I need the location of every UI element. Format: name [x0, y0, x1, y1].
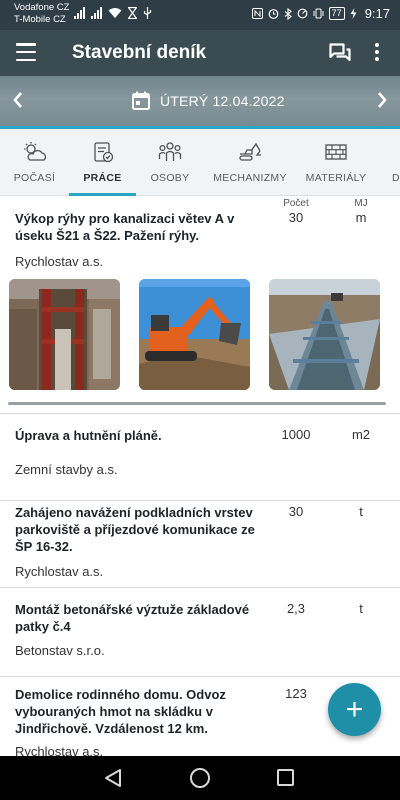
carrier-1: Vodafone CZ — [14, 2, 70, 13]
signal-strength-icon — [74, 7, 85, 19]
entry-unit: m — [355, 210, 367, 225]
data-saver-icon — [297, 8, 308, 19]
entry-company: Rychlostav a.s. — [15, 254, 104, 269]
home-icon[interactable] — [190, 768, 210, 788]
tab-work[interactable]: PRÁCE — [69, 129, 136, 195]
nfc-icon — [251, 8, 263, 19]
tab-label: MATERIÁLY — [305, 172, 367, 184]
tab-materials[interactable]: MATERIÁLY — [296, 129, 376, 195]
tab-more[interactable]: D — [376, 129, 400, 195]
recent-apps-icon[interactable] — [277, 769, 294, 786]
entry-title: Montáž betonářské výztuže základové patk… — [15, 602, 250, 634]
entry-qty: 2,3 — [286, 601, 306, 616]
chevron-right-icon[interactable] — [376, 90, 388, 110]
signal-icons — [74, 7, 152, 19]
tab-weather[interactable]: POČASÍ — [0, 129, 69, 195]
excavator-photo[interactable] — [139, 279, 250, 390]
entry-qty: 1000 — [281, 427, 311, 442]
work-entries-list[interactable]: Počet MJ Výkop rýhy pro kanalizaci větev… — [0, 196, 400, 756]
list-item[interactable]: Úprava a hutnění pláně. 1000 m2 Zemní st… — [0, 414, 400, 501]
entry-unit: m2 — [351, 427, 371, 442]
app-title: Stavební deník — [72, 42, 207, 63]
trench-shoring-photo[interactable] — [9, 279, 120, 390]
status-bar: Vodafone CZ T-Mobile CZ 77 9:17 — [0, 0, 400, 30]
entry-title: Úprava a hutnění pláně. — [15, 428, 162, 443]
more-tab-icon — [384, 141, 400, 163]
system-navigation-bar — [0, 756, 400, 800]
signal-strength-icon — [91, 7, 102, 19]
battery-icon: 77 — [328, 7, 345, 20]
entry-title: Výkop rýhy pro kanalizaci větev A v úsek… — [15, 211, 235, 243]
vibrate-icon — [313, 8, 324, 19]
entry-qty: 30 — [288, 504, 304, 519]
usb-icon — [143, 7, 152, 19]
chevron-left-icon[interactable] — [12, 90, 24, 110]
entry-qty: 123 — [285, 686, 307, 701]
list-item[interactable]: Zahájeno navážení podkladních vrstev par… — [0, 501, 400, 588]
date-navigator: ÚTERÝ 12.04.2022 — [0, 76, 400, 126]
entry-title: Demolice rodinného domu. Odvoz vybouraný… — [15, 687, 226, 736]
work-icon — [93, 142, 113, 163]
entry-company: Rychlostav a.s. — [15, 564, 104, 579]
date-picker[interactable]: ÚTERÝ 12.04.2022 — [132, 91, 285, 110]
tab-label: POČASÍ — [13, 172, 56, 184]
add-entry-button[interactable]: + — [328, 683, 381, 736]
back-icon[interactable] — [104, 768, 122, 788]
tab-label: OSOBY — [150, 172, 190, 184]
carrier-names: Vodafone CZ T-Mobile CZ — [14, 2, 69, 26]
entry-unit: t — [359, 601, 363, 616]
weather-icon — [23, 142, 46, 161]
clock: 9:17 — [364, 6, 390, 21]
people-icon — [158, 142, 182, 161]
materials-icon — [325, 144, 347, 160]
carrier-2: T-Mobile CZ — [14, 14, 66, 25]
trench-panorama-photo[interactable] — [269, 279, 380, 390]
charging-icon — [350, 8, 357, 19]
machinery-icon — [239, 142, 261, 161]
hourglass-icon — [128, 7, 137, 19]
tab-bar: POČASÍ PRÁCE OSOBY MECHANIZMY MATERIÁLY … — [0, 129, 400, 196]
entry-unit: t — [359, 504, 363, 519]
chat-icon[interactable] — [329, 43, 351, 63]
tab-label: PRÁCE — [83, 172, 122, 184]
current-date: ÚTERÝ 12.04.2022 — [160, 92, 285, 109]
entry-qty: 30 — [288, 210, 304, 225]
calendar-icon — [132, 91, 150, 110]
column-header-qty: Počet — [283, 198, 309, 209]
alarm-icon — [268, 9, 279, 19]
more-vert-icon[interactable] — [374, 43, 380, 61]
entry-title: Zahájeno navážení podkladních vrstev par… — [15, 505, 255, 554]
list-item[interactable]: Montáž betonářské výztuže základové patk… — [0, 588, 400, 677]
list-item[interactable]: Počet MJ Výkop rýhy pro kanalizaci větev… — [0, 196, 400, 414]
entry-company: Zemní stavby a.s. — [15, 462, 118, 477]
hamburger-menu-icon[interactable] — [16, 43, 36, 61]
wifi-icon — [108, 8, 122, 18]
entry-company: Betonstav s.r.o. — [15, 643, 105, 658]
tab-machinery[interactable]: MECHANIZMY — [204, 129, 296, 195]
column-header-unit: MJ — [354, 198, 368, 209]
status-right: 77 9:17 — [251, 6, 390, 21]
entry-company: Rychlostav a.s. — [15, 744, 104, 756]
photo-strip-scrollbar[interactable] — [8, 402, 386, 405]
tab-label: MECHANIZMY — [213, 172, 287, 184]
tab-people[interactable]: OSOBY — [136, 129, 204, 195]
tab-label: D — [392, 172, 400, 184]
app-bar: Stavební deník — [0, 30, 400, 76]
bluetooth-icon — [284, 7, 292, 20]
